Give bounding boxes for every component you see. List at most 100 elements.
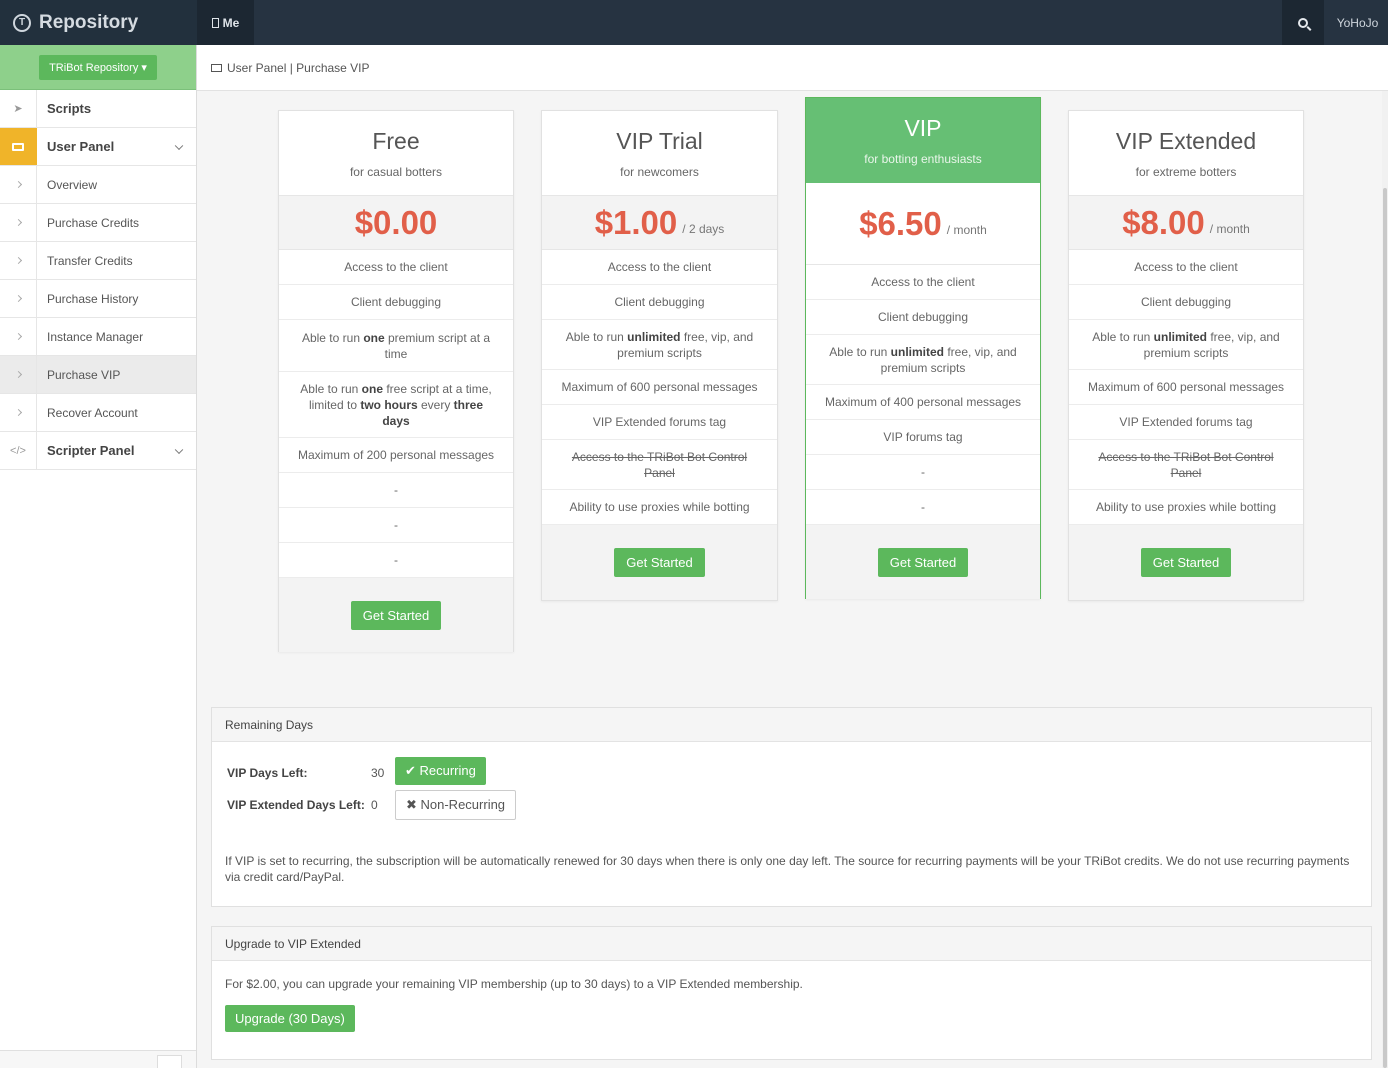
plan-vip: VIP for botting enthusiasts $6.50 / mont… [805, 97, 1041, 599]
brand[interactable]: T Repository [0, 0, 197, 45]
plan-name: VIP [904, 115, 942, 141]
remaining-days-panel: Remaining Days VIP Days Left: 30 ✔ Recur… [211, 707, 1372, 907]
tab-me-label: Me [222, 15, 240, 30]
monitor-icon [0, 128, 37, 165]
plan-vip-extended: VIP Extended for extreme botters $8.00 /… [1068, 110, 1304, 601]
feature-row-disabled: Access to the TRiBot Bot Control Panel [542, 440, 777, 490]
price-period: / month [1209, 221, 1250, 236]
plan-name: Free [372, 127, 420, 154]
price-period: / 2 days [682, 221, 725, 236]
sidebar-item-scripter-panel[interactable]: </> Scripter Panel [0, 432, 196, 470]
sidebar-item-transfer-credits[interactable]: Transfer Credits [0, 242, 196, 280]
sidebar-item-recover-account[interactable]: Recover Account [0, 394, 196, 432]
chevron-down-icon [174, 445, 184, 454]
price-period: / month [946, 222, 987, 237]
search-icon [1298, 17, 1308, 28]
sidebar-item-purchase-history[interactable]: Purchase History [0, 280, 196, 318]
breadcrumb-text: User Panel | Purchase VIP [227, 60, 370, 75]
plan-price: $1.00 / 2 days [542, 196, 777, 250]
plan-subtitle: for botting enthusiasts [864, 152, 982, 166]
tab-me[interactable]: Me [197, 0, 254, 45]
plan-footer: Get Started [279, 578, 513, 652]
plan-subtitle: for newcomers [620, 164, 699, 179]
feature-row: Able to run unlimited free, vip, and pre… [1069, 320, 1303, 370]
feature-row: Able to run one premium script at a time [279, 320, 513, 372]
sidebar-item-label: Recover Account [47, 405, 138, 420]
sidebar-item-label: Transfer Credits [47, 253, 133, 268]
feature-row: - [279, 508, 513, 543]
plan-name: VIP Extended [1115, 127, 1257, 154]
feature-row: Access to the client [279, 250, 513, 285]
get-started-button[interactable]: Get Started [350, 600, 442, 630]
panel-title: Upgrade to VIP Extended [212, 927, 1371, 961]
sidebar-item-purchase-vip[interactable]: Purchase VIP [0, 356, 196, 394]
search-button[interactable] [1282, 0, 1324, 45]
plan-footer: Get Started [1069, 525, 1303, 600]
sidebar-item-purchase-credits[interactable]: Purchase Credits [0, 204, 196, 242]
feature-row: Maximum of 600 personal messages [542, 370, 777, 405]
top-navbar: T Repository Me YoHoJo [0, 0, 1388, 45]
chevron-right-icon [0, 204, 37, 241]
get-started-button[interactable]: Get Started [877, 547, 969, 577]
sidebar: TRiBot Repository ▾ ➤ Scripts User Panel… [0, 45, 197, 1068]
plan-header: VIP for botting enthusiasts [806, 98, 1040, 183]
feature-row: VIP Extended forums tag [542, 405, 777, 440]
sidebar-collapse-button[interactable] [157, 1055, 182, 1068]
plan-name: VIP Trial [616, 127, 703, 154]
feature-row: Access to the client [806, 265, 1040, 300]
plan-price: $6.50 / month [806, 183, 1040, 265]
panel-title: Remaining Days [212, 708, 1371, 742]
price-amount: $0.00 [354, 203, 438, 241]
upgrade-panel: Upgrade to VIP Extended For $2.00, you c… [211, 926, 1372, 1060]
sidebar-item-instance-manager[interactable]: Instance Manager [0, 318, 196, 356]
upgrade-text: For $2.00, you can upgrade your remainin… [225, 977, 803, 991]
sidebar-item-label: Purchase History [47, 291, 139, 306]
sidebar-item-overview[interactable]: Overview [0, 166, 196, 204]
non-recurring-toggle[interactable]: ✖ Non-Recurring [395, 790, 517, 820]
vip-extended-days-value: 0 [371, 798, 378, 812]
sidebar-item-scripts[interactable]: ➤ Scripts [0, 90, 196, 128]
feature-row: Client debugging [1069, 285, 1303, 320]
plan-header: Free for casual botters [279, 111, 513, 196]
sidebar-item-user-panel[interactable]: User Panel [0, 128, 196, 166]
get-started-button[interactable]: Get Started [614, 548, 705, 577]
feature-row: Able to run one free script at a time, l… [279, 372, 513, 438]
feature-row: - [279, 543, 513, 578]
price-amount: $8.00 [1122, 203, 1205, 241]
sidebar-item-label: Purchase Credits [47, 215, 140, 230]
plan-header: VIP Trial for newcomers [542, 111, 777, 196]
feature-row: Maximum of 400 personal messages [806, 385, 1040, 420]
sidebar-footer [0, 1050, 196, 1068]
vip-days-label: VIP Days Left: [227, 766, 308, 780]
feature-row: Ability to use proxies while botting [1069, 490, 1303, 525]
feature-row: Able to run unlimited free, vip, and pre… [806, 335, 1040, 385]
feature-row-disabled: Access to the TRiBot Bot Control Panel [1069, 440, 1303, 490]
rocket-icon: ➤ [0, 90, 37, 127]
repo-bar: TRiBot Repository ▾ [0, 45, 196, 90]
feature-row: Maximum of 600 personal messages [1069, 370, 1303, 405]
vip-extended-days-label: VIP Extended Days Left: [227, 798, 365, 812]
feature-row: Client debugging [542, 285, 777, 320]
feature-row: - [806, 455, 1040, 490]
user-menu[interactable]: YoHoJo [1330, 0, 1385, 45]
scrollbar-thumb[interactable] [1383, 188, 1387, 1068]
chevron-right-icon [0, 242, 37, 279]
breadcrumb: User Panel | Purchase VIP [197, 45, 1388, 91]
chevron-right-icon [0, 280, 37, 317]
feature-row: Client debugging [279, 285, 513, 320]
chevron-right-icon [0, 318, 37, 355]
vip-days-value: 30 [371, 766, 385, 780]
upgrade-button[interactable]: Upgrade (30 Days) [225, 1005, 355, 1032]
feature-row: - [279, 473, 513, 508]
repo-dropdown-button[interactable]: TRiBot Repository ▾ [39, 54, 157, 80]
feature-row: Maximum of 200 personal messages [279, 438, 513, 473]
recurring-toggle[interactable]: ✔ Recurring [395, 757, 486, 785]
chevron-right-icon [0, 166, 37, 203]
plan-footer: Get Started [542, 525, 777, 600]
feature-row: Access to the client [1069, 250, 1303, 285]
get-started-button[interactable]: Get Started [1140, 548, 1232, 577]
feature-row: Able to run unlimited free, vip, and pre… [542, 320, 777, 370]
plan-header: VIP Extended for extreme botters [1069, 111, 1303, 196]
feature-row: VIP forums tag [806, 420, 1040, 455]
plan-price: $0.00 [279, 196, 513, 250]
